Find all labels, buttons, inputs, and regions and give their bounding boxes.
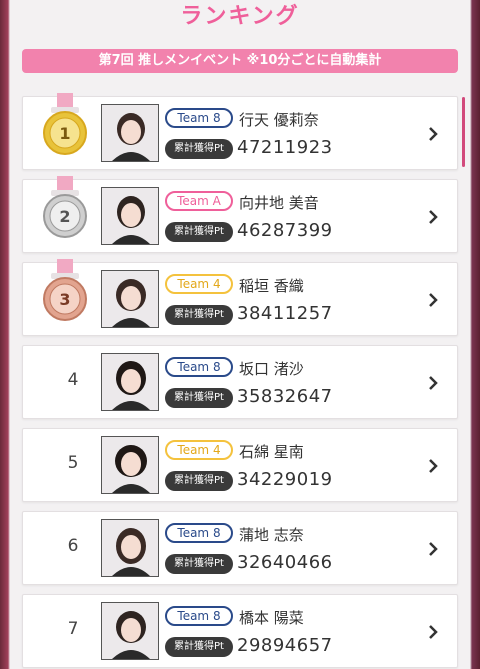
member-points: 34229019 (237, 469, 333, 490)
team-badge: Team 8 (165, 606, 233, 626)
ranking-row-7[interactable]: 7 Team 8 橋本 陽菜 累計獲得Pt 29894657 (22, 594, 458, 668)
team-badge: Team 8 (165, 523, 233, 543)
rank-number: 4 (67, 370, 79, 390)
member-name: 向井地 美音 (239, 194, 319, 212)
event-banner: 第7回 推しメンイベント ※10分ごとに自動集計 (22, 49, 458, 73)
rank-number: 7 (67, 619, 79, 639)
ranking-panel: ランキング 第7回 推しメンイベント ※10分ごとに自動集計 1 Team 8 … (10, 0, 470, 669)
bronze-medal-icon: 3 (43, 259, 87, 321)
member-name: 稲垣 香織 (239, 277, 304, 295)
page-title: ランキング (180, 4, 300, 29)
ranking-row-6[interactable]: 6 Team 8 蒲地 志奈 累計獲得Pt 32640466 (22, 511, 458, 585)
points-label: 累計獲得Pt (165, 139, 233, 159)
ranking-row-1[interactable]: 1 Team 8 行天 優莉奈 累計獲得Pt 47211923 (22, 93, 458, 170)
medal-rank-label: 3 (59, 290, 70, 309)
member-points: 47211923 (237, 137, 333, 158)
ranking-row-2[interactable]: 2 Team A 向井地 美音 累計獲得Pt 46287399 (22, 176, 458, 253)
member-points: 32640466 (237, 552, 333, 573)
team-badge: Team 8 (165, 357, 233, 377)
points-label: 累計獲得Pt (165, 637, 233, 657)
team-badge: Team 8 (165, 108, 233, 128)
ranking-row-3[interactable]: 3 Team 4 稲垣 香織 累計獲得Pt 38411257 (22, 259, 458, 336)
ranking-row-5[interactable]: 5 Team 4 石綿 星南 累計獲得Pt 34229019 (22, 428, 458, 502)
member-photo (101, 602, 159, 660)
ranking-row-4[interactable]: 4 Team 8 坂口 渚沙 累計獲得Pt 35832647 (22, 345, 458, 419)
member-photo (101, 353, 159, 411)
points-label: 累計獲得Pt (165, 471, 233, 491)
rank-number: 5 (67, 453, 79, 473)
member-name: 行天 優莉奈 (239, 111, 319, 129)
points-label: 累計獲得Pt (165, 388, 233, 408)
member-photo (101, 270, 159, 328)
member-photo (101, 519, 159, 577)
member-photo (101, 187, 159, 245)
team-badge: Team 4 (165, 274, 233, 294)
rank-number: 6 (67, 536, 79, 556)
chevron-right-icon[interactable] (427, 292, 439, 308)
team-badge: Team 4 (165, 440, 233, 460)
chevron-right-icon[interactable] (427, 458, 439, 474)
silver-medal-icon: 2 (43, 176, 87, 238)
member-points: 46287399 (237, 220, 333, 241)
medal-rank-label: 2 (59, 207, 70, 226)
team-badge: Team A (165, 191, 233, 211)
scrollbar-indicator[interactable] (462, 97, 465, 167)
chevron-right-icon[interactable] (427, 126, 439, 142)
member-name: 坂口 渚沙 (239, 360, 304, 378)
member-name: 石綿 星南 (239, 443, 304, 461)
member-photo (101, 436, 159, 494)
member-points: 29894657 (237, 635, 333, 656)
chevron-right-icon[interactable] (427, 624, 439, 640)
chevron-right-icon[interactable] (427, 375, 439, 391)
member-points: 38411257 (237, 303, 333, 324)
points-label: 累計獲得Pt (165, 222, 233, 242)
medal-rank-label: 1 (59, 124, 70, 143)
member-name: 橋本 陽菜 (239, 609, 304, 627)
chevron-right-icon[interactable] (427, 541, 439, 557)
points-label: 累計獲得Pt (165, 554, 233, 574)
member-name: 蒲地 志奈 (239, 526, 304, 544)
chevron-right-icon[interactable] (427, 209, 439, 225)
points-label: 累計獲得Pt (165, 305, 233, 325)
gold-medal-icon: 1 (43, 93, 87, 155)
member-points: 35832647 (237, 386, 333, 407)
member-photo (101, 104, 159, 162)
